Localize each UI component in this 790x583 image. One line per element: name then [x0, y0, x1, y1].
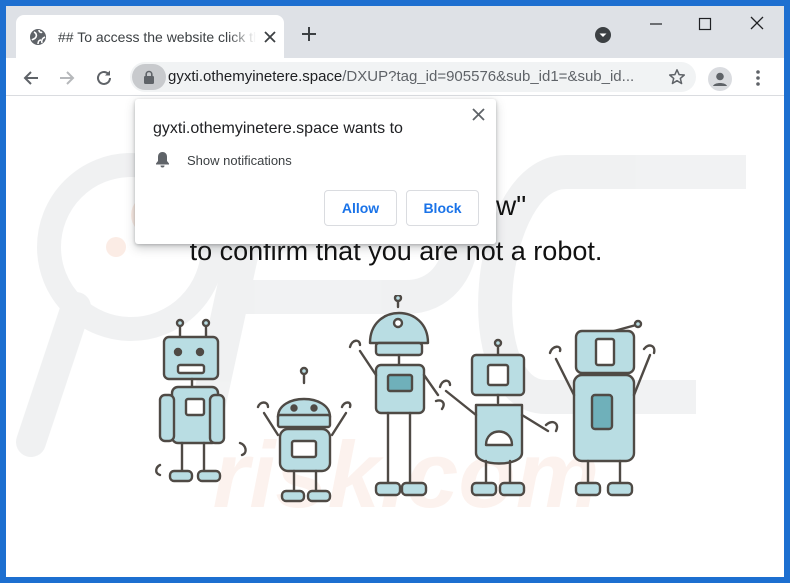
address-bar[interactable]: gyxti.othemyinetere.space/DXUP?tag_id=90… — [130, 62, 696, 92]
more-vert-icon[interactable] — [750, 69, 766, 87]
robot-1-image — [155, 318, 247, 483]
tab-title: ## To access the website click the — [58, 28, 256, 46]
globe-icon — [30, 29, 46, 45]
lock-icon — [144, 70, 154, 84]
robot-4-image — [438, 338, 559, 497]
tab-strip: ## To access the website click the — [6, 6, 784, 58]
minimize-icon[interactable] — [649, 17, 663, 31]
allow-button[interactable]: Allow — [324, 190, 397, 226]
url-host: gyxti.othemyinetere.space — [168, 68, 343, 85]
forward-arrow-icon[interactable] — [58, 69, 76, 87]
window-close-icon[interactable] — [750, 16, 764, 30]
close-icon[interactable] — [263, 30, 277, 44]
browser-tab[interactable]: ## To access the website click the — [16, 15, 284, 58]
profile-avatar-icon[interactable] — [708, 67, 732, 91]
url-path: /DXUP?tag_id=905576&sub_id1=&sub_id... — [342, 68, 635, 85]
permission-text: Show notifications — [187, 153, 292, 168]
url-text[interactable]: gyxti.othemyinetere.space/DXUP?tag_id=90… — [168, 68, 658, 86]
reload-icon[interactable] — [95, 69, 113, 87]
heading-fragment: w" — [496, 190, 527, 221]
toolbar: gyxti.othemyinetere.space/DXUP?tag_id=90… — [6, 58, 784, 96]
browser-window: ## To access the website click the gyxti… — [6, 6, 784, 577]
robot-2-image — [256, 366, 352, 503]
robot-3-image — [348, 295, 445, 497]
dialog-close-icon[interactable] — [472, 108, 485, 121]
chevron-down-icon[interactable] — [594, 26, 612, 44]
maximize-icon[interactable] — [698, 17, 712, 31]
robots-illustration — [155, 295, 656, 503]
robot-5-image — [548, 319, 656, 497]
back-arrow-icon[interactable] — [22, 69, 40, 87]
site-info-button[interactable] — [132, 64, 166, 90]
bell-icon — [156, 152, 169, 168]
notification-permission-dialog: gyxti.othemyinetere.space wants to Show … — [135, 99, 496, 244]
star-icon[interactable] — [668, 68, 686, 86]
plus-icon[interactable] — [300, 25, 318, 43]
dialog-title: gyxti.othemyinetere.space wants to — [153, 120, 403, 137]
block-button[interactable]: Block — [406, 190, 479, 226]
